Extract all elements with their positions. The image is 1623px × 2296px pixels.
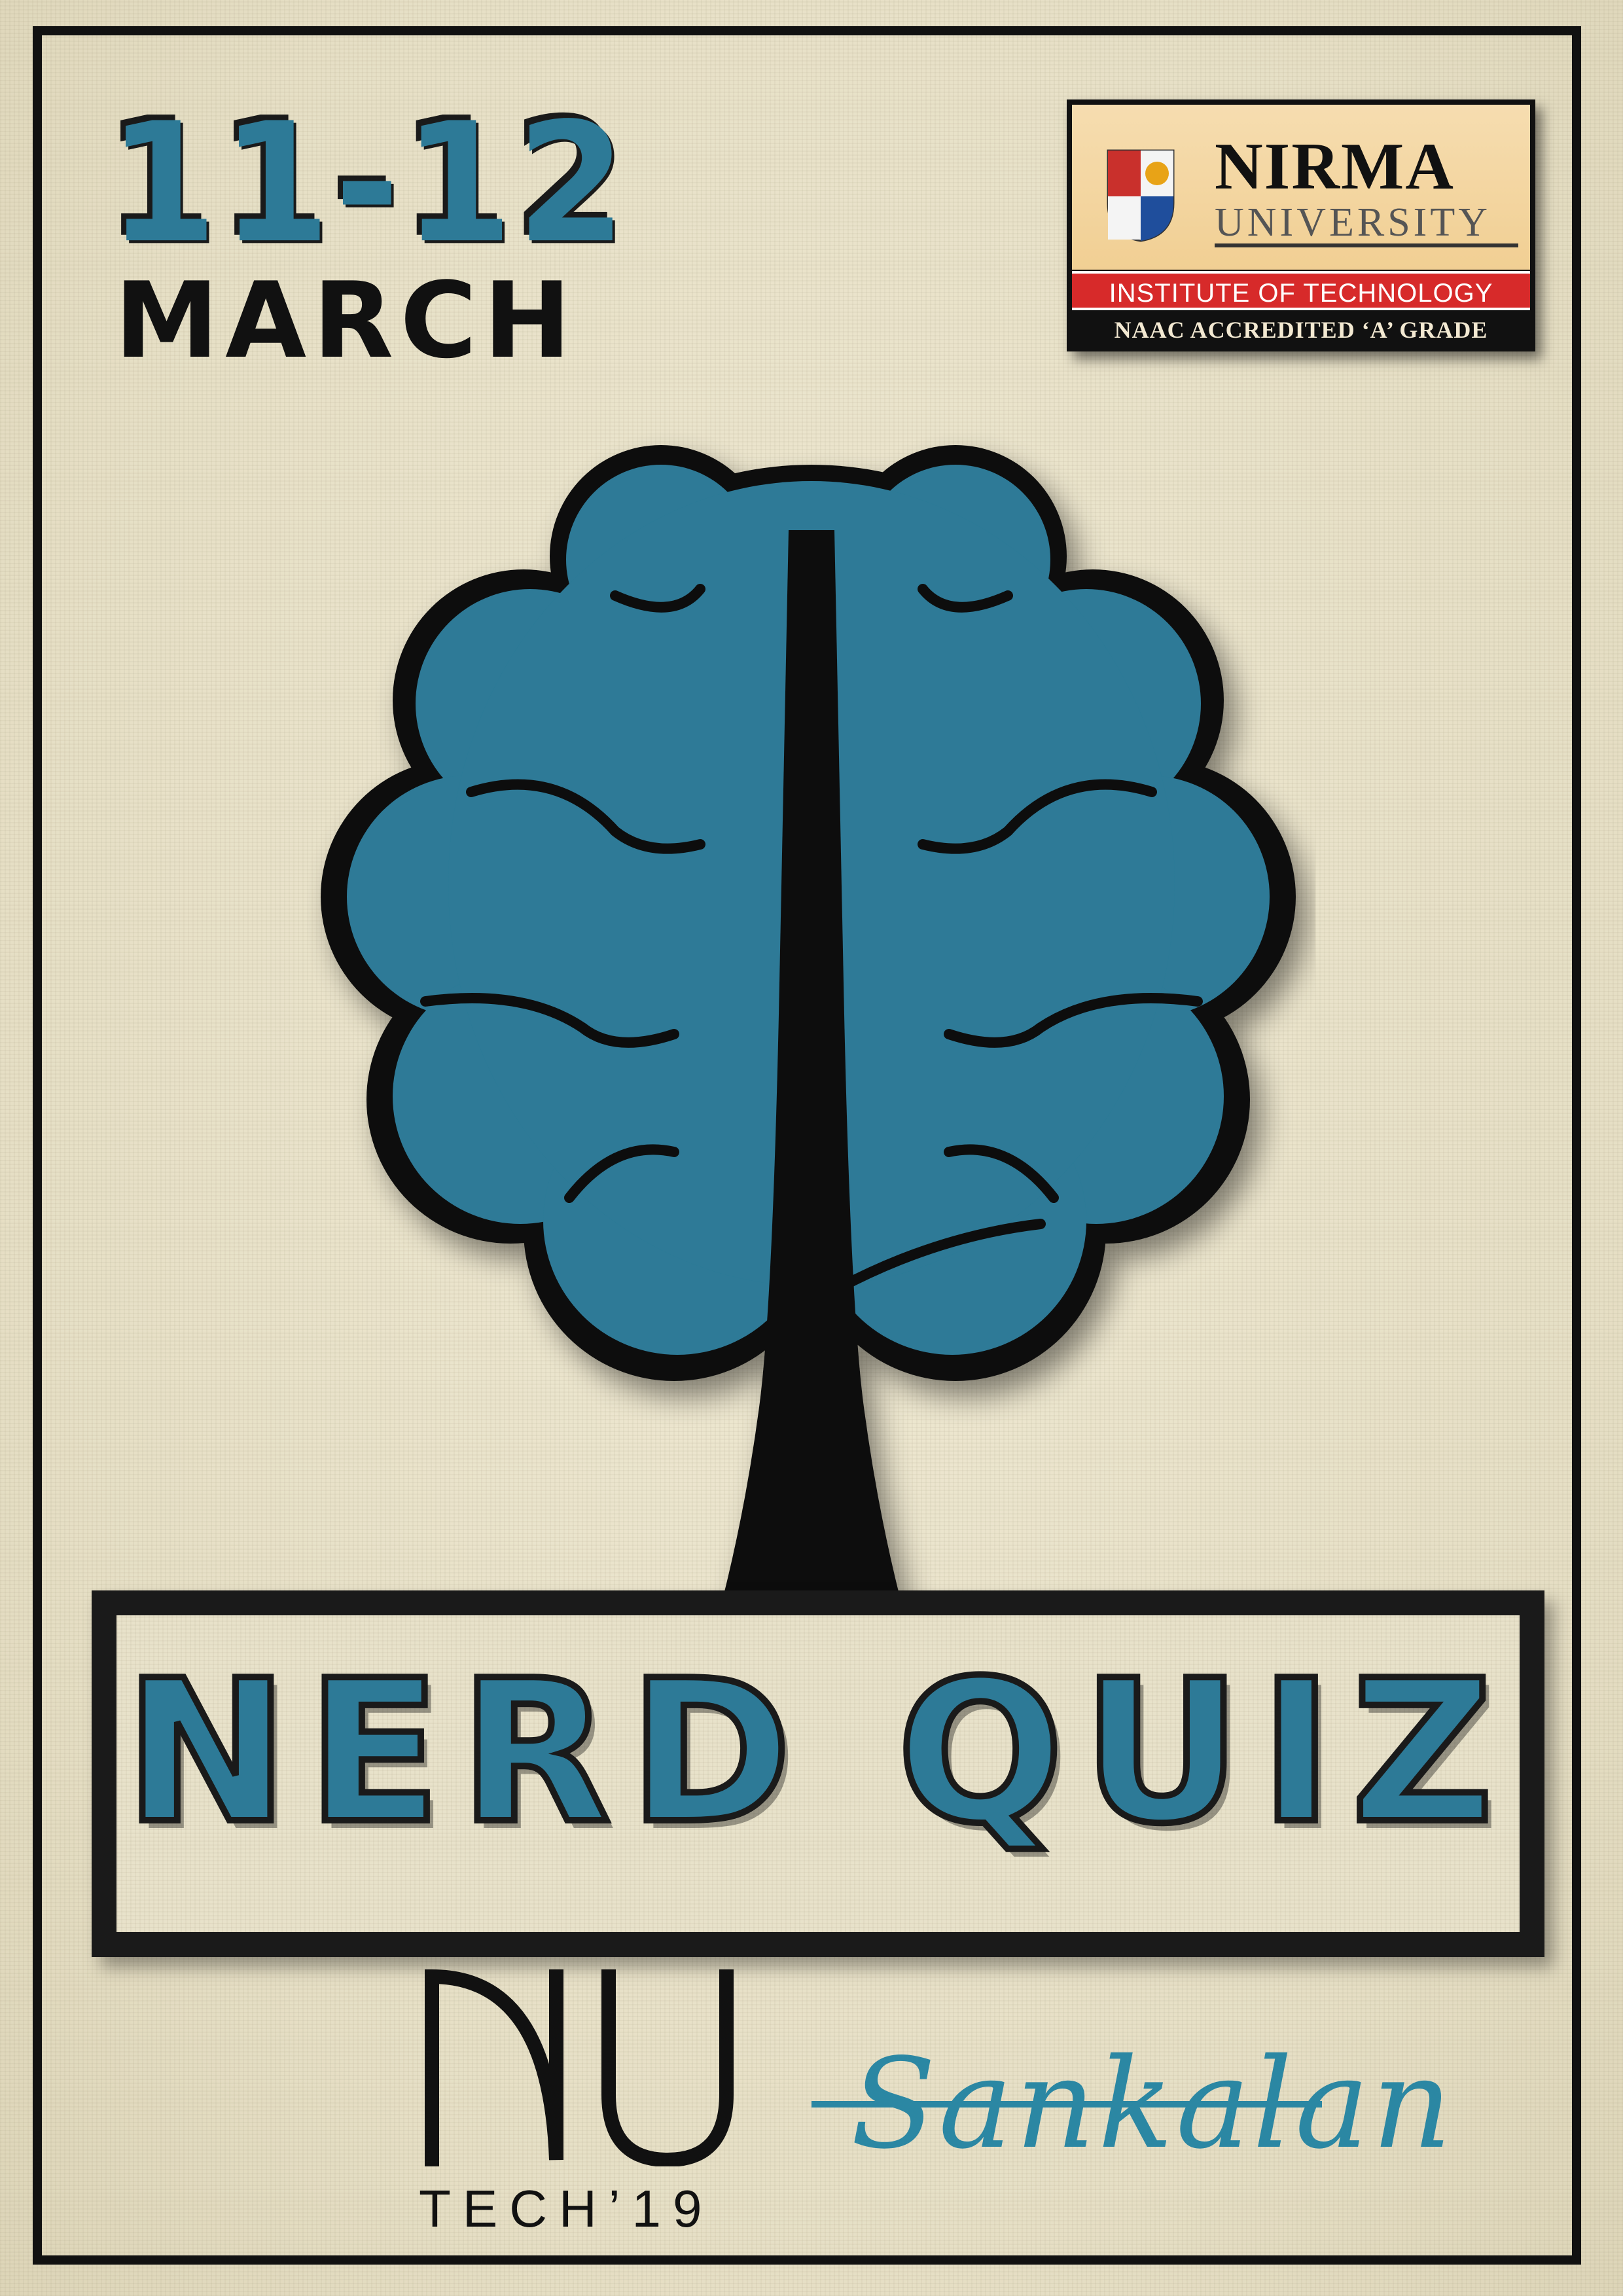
brain-tree-icon (321, 445, 1296, 1597)
nirma-crest-icon (1107, 149, 1175, 242)
nu-monogram-icon (425, 1969, 734, 2166)
nutech-logo: TECH’19 (419, 1964, 746, 2238)
institute-band: INSTITUTE OF TECHNOLOGY (1072, 271, 1530, 310)
university-logo: NIRMA UNIVERSITY INSTITUTE OF TECHNOLOGY… (1067, 99, 1535, 351)
university-subtitle: UNIVERSITY (1215, 200, 1491, 245)
event-title-panel: NERD QUIZ (116, 1615, 1520, 1932)
university-name: NIRMA (1215, 130, 1455, 204)
university-logo-header: NIRMA UNIVERSITY (1072, 105, 1530, 270)
event-title: NERD QUIZ (121, 1638, 1512, 1867)
date-month: MARCH (115, 259, 578, 382)
nutech-tag: TECH’19 (419, 2179, 714, 2238)
accreditation-band: NAAC ACCREDITED ‘A’ GRADE (1114, 317, 1488, 343)
event-date: 11-12 MARCH (108, 94, 664, 382)
date-range: 11-12 (108, 87, 630, 279)
sankalan-wordmark: Sankalan (851, 2032, 1455, 2176)
logo-divider (1215, 243, 1518, 247)
event-title-frame: NERD QUIZ (92, 1590, 1544, 1957)
sankalan-logo: Sankalan (812, 1977, 1452, 2212)
